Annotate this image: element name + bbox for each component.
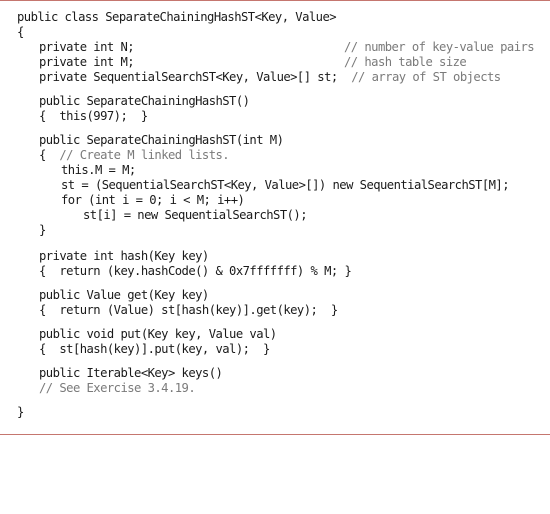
code-comment: // number of key-value pairs: [344, 40, 535, 54]
code-line: { return (Value) st[hash(key)].get(key);…: [39, 303, 338, 317]
code-line: public SeparateChainingHashST(): [39, 94, 250, 108]
code-line: private SequentialSearchST<Key, Value>[]…: [39, 70, 501, 84]
code-line: public void put(Key key, Value val): [39, 327, 277, 341]
code-line: for (int i = 0; i < M; i++): [61, 193, 245, 207]
code-listing: public class SeparateChainingHashST<Key,…: [17, 10, 550, 514]
code-line: { // Create M linked lists.: [39, 148, 230, 162]
code-line: { return (key.hashCode() & 0x7fffffff) %…: [39, 264, 352, 278]
code-comment: // Create M linked lists.: [59, 148, 230, 162]
code-line: }: [39, 223, 46, 237]
code-line: { this(997); }: [39, 109, 148, 123]
code-line: private int hash(Key key): [39, 249, 209, 263]
top-rule: [0, 0, 550, 1]
code-line: { st[hash(key)].put(key, val); }: [39, 342, 270, 356]
code-line: private int M;: [39, 55, 135, 69]
code-line: this.M = M;: [61, 163, 136, 177]
code-line: {: [17, 25, 24, 39]
code-comment: // See Exercise 3.4.19.: [39, 381, 196, 395]
code-line: st = (SequentialSearchST<Key, Value>[]) …: [61, 178, 510, 192]
bottom-rule: [0, 434, 550, 435]
code-line: // See Exercise 3.4.19.: [17, 381, 196, 395]
code-line: public SeparateChainingHashST(int M): [39, 133, 284, 147]
code-line: private int N;: [39, 40, 135, 54]
code-line: public class SeparateChainingHashST<Key,…: [17, 10, 337, 24]
code-line: public Value get(Key key): [39, 288, 209, 302]
code-comment: // hash table size: [344, 55, 467, 69]
code-comment: // array of ST objects: [351, 70, 501, 84]
code-line: public Iterable<Key> keys(): [39, 366, 223, 380]
code-line: }: [17, 405, 24, 419]
code-line: st[i] = new SequentialSearchST();: [83, 208, 308, 222]
